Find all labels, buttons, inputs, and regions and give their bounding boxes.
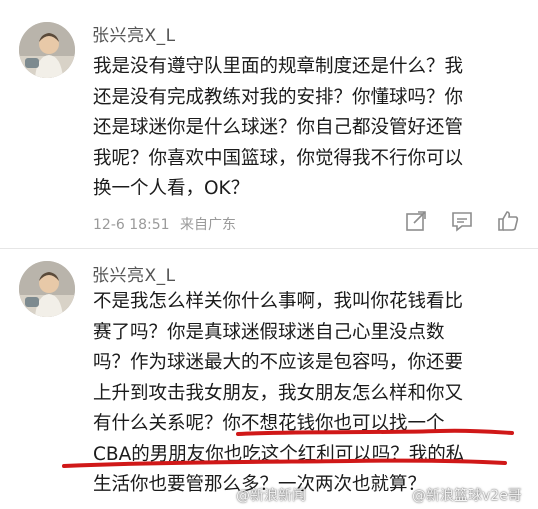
comment-line: CBA的男朋友你也吃这个红利可以吗？我的私 <box>93 443 465 465</box>
comment-line: 不是我怎么样关你什么事啊，我叫你花钱看比 <box>93 291 464 312</box>
watermark: @新浪新闻 <box>236 488 306 504</box>
comment-line: 有什么关系呢？你不想花钱你也可以找一个 <box>93 413 445 434</box>
comment-line: 换一个人看，OK？ <box>93 178 250 199</box>
comment-text: 不是我怎么样关你什么事啊，我叫你花钱看比 赛了吗？你是真球迷假球迷自己心里没点数… <box>93 287 523 501</box>
comment-line: 还是没有完成教练对我的安排？你懂球吗？你 <box>93 86 464 108</box>
comment-line: 吗？作为球迷最大的不应该是包容吗，你还要 <box>93 352 464 373</box>
comment-card: 张兴亮X_L 不是我怎么样关你什么事啊，我叫你花钱看比 赛了吗？你是真球迷假球迷… <box>0 249 538 509</box>
source-label: 来自广东 <box>180 217 237 233</box>
comment-line: 赛了吗？你是真球迷假球迷自己心里没点数 <box>93 321 445 343</box>
avatar[interactable] <box>19 22 75 78</box>
comment-line: 我是没有遵守队里面的规章制度还是什么？我 <box>93 56 464 77</box>
watermark: @新浪篮球v2e哥 <box>412 488 522 504</box>
comment-line: 还是球迷你是什么球迷？你自己都没管好还管 <box>93 117 464 138</box>
comment-card: 张兴亮X_L 我是没有遵守队里面的规章制度还是什么？我 还是没有完成教练对我的安… <box>0 0 538 249</box>
share-icon[interactable] <box>404 209 428 233</box>
timestamp: 12-6 18:51 <box>93 217 170 233</box>
comment-actions <box>404 209 520 233</box>
comment-text: 我是没有遵守队里面的规章制度还是什么？我 还是没有完成教练对我的安排？你懂球吗？… <box>93 52 523 205</box>
like-icon[interactable] <box>496 209 520 233</box>
comment-icon[interactable] <box>450 209 474 233</box>
comment-line: 我呢？你喜欢中国篮球，你觉得我不行你可以 <box>93 147 464 169</box>
username[interactable]: 张兴亮X_L <box>92 261 176 286</box>
avatar[interactable] <box>19 261 75 317</box>
username[interactable]: 张兴亮X_L <box>92 21 176 46</box>
comment-line: 上升到攻击我女朋友，我女朋友怎么样和你又 <box>93 382 464 404</box>
comment-meta: 12-6 18:51 来自广东 <box>93 214 236 234</box>
